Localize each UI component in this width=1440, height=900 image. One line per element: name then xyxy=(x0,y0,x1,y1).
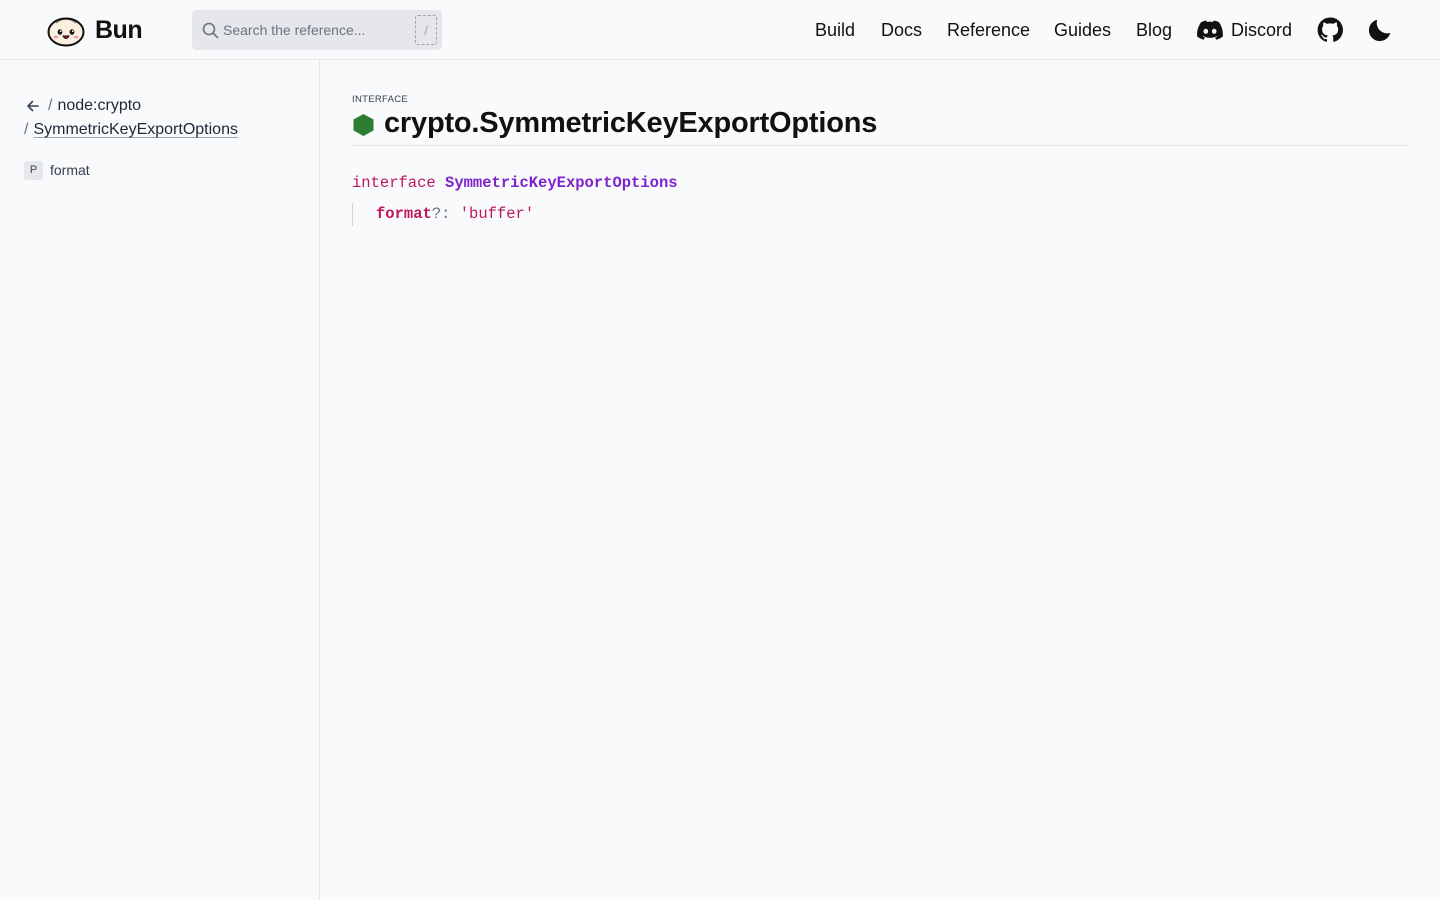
nav-build[interactable]: Build xyxy=(815,0,855,60)
nav-discord[interactable]: Discord xyxy=(1197,0,1292,60)
moon-icon[interactable] xyxy=(1367,17,1393,43)
member-type: 'buffer' xyxy=(459,205,535,223)
nav-reference[interactable]: Reference xyxy=(947,0,1030,60)
top-header: Bun / Build Docs Reference Guides Blog D… xyxy=(0,0,1440,60)
nav-docs[interactable]: Docs xyxy=(881,0,922,60)
property-kind-badge: P xyxy=(24,160,43,180)
search-box[interactable]: / xyxy=(192,10,442,50)
sidebar-item-format[interactable]: P format xyxy=(24,160,90,180)
member-name[interactable]: format xyxy=(376,205,432,223)
nav-guides[interactable]: Guides xyxy=(1054,0,1111,60)
sidebar: / node:crypto / SymmetricKeyExportOption… xyxy=(0,60,320,900)
search-input[interactable] xyxy=(223,10,403,50)
page-title: crypto.SymmetricKeyExportOptions xyxy=(384,107,878,139)
member-format: format?: 'buffer' xyxy=(352,203,534,226)
breadcrumb-module-link[interactable]: node:crypto xyxy=(57,94,141,118)
code-type-name: SymmetricKeyExportOptions xyxy=(445,174,678,192)
logo-text: Bun xyxy=(95,15,143,44)
nav-discord-label: Discord xyxy=(1231,19,1293,40)
page-title-row: crypto.SymmetricKeyExportOptions xyxy=(352,106,1408,146)
breadcrumb-current-link[interactable]: SymmetricKeyExportOptions xyxy=(33,118,238,142)
arrow-left-icon[interactable] xyxy=(24,97,42,115)
bun-logo-link[interactable]: Bun xyxy=(47,12,143,48)
github-icon[interactable] xyxy=(1317,17,1343,43)
interface-hexagon-icon xyxy=(353,114,374,136)
breadcrumb-separator: / xyxy=(48,97,53,114)
kind-label: INTERFACE xyxy=(352,94,409,105)
discord-icon xyxy=(1197,20,1223,40)
interface-signature: interface SymmetricKeyExportOptions xyxy=(352,172,678,194)
search-shortcut-key: / xyxy=(415,15,437,45)
code-keyword: interface xyxy=(352,174,436,192)
breadcrumb: / node:crypto / SymmetricKeyExportOption… xyxy=(24,94,304,142)
member-punctuation: ?: xyxy=(431,205,460,223)
breadcrumb-separator: / xyxy=(24,121,29,138)
bun-logo-icon xyxy=(47,17,85,47)
nav-blog[interactable]: Blog xyxy=(1136,0,1172,60)
search-icon xyxy=(202,22,219,39)
sidebar-item-label: format xyxy=(50,162,90,178)
